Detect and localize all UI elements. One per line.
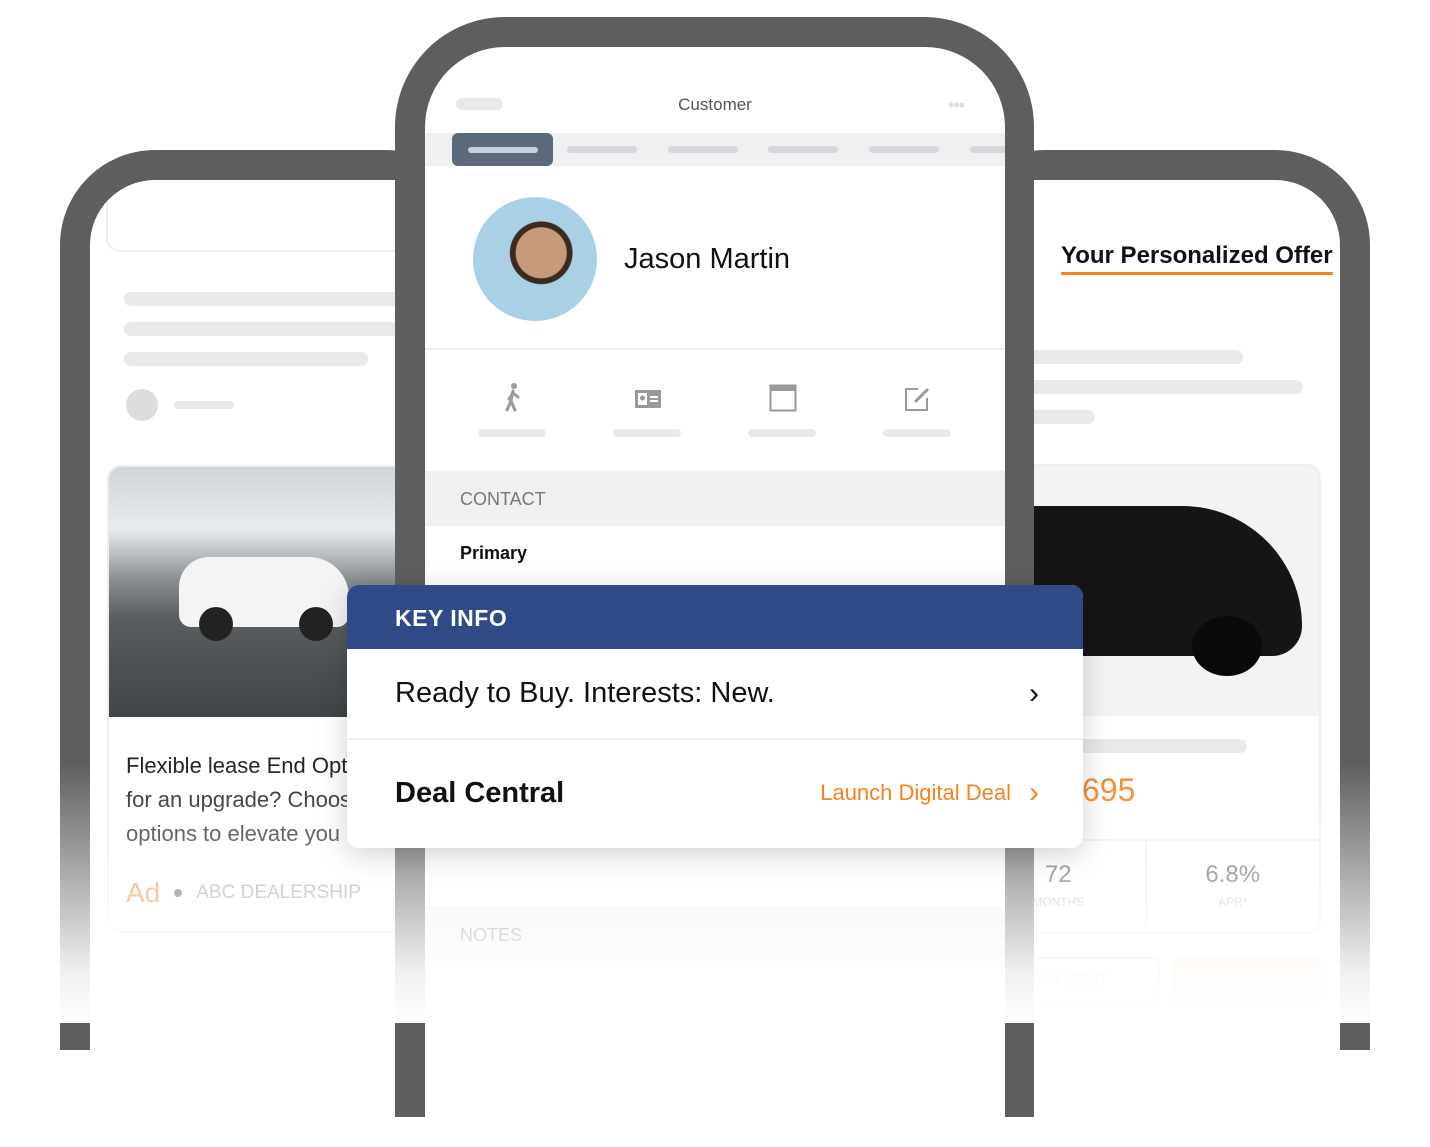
dealer-name: ABC DEALERSHIP bbox=[196, 882, 361, 903]
contact-section-header: CONTACT bbox=[425, 471, 1005, 526]
offer-title: Your Personalized Offer bbox=[1061, 242, 1333, 275]
contact-us-button[interactable]: CONTACT US bbox=[1172, 957, 1321, 1005]
apr-label: APR* bbox=[1218, 895, 1248, 909]
apr-value: 6.8% bbox=[1205, 861, 1261, 888]
tab[interactable] bbox=[970, 146, 1005, 153]
customer-name: Jason Martin bbox=[624, 243, 791, 275]
wheel bbox=[199, 607, 233, 641]
chevron-right-icon: › bbox=[1029, 676, 1039, 710]
wheel bbox=[299, 607, 333, 641]
launch-digital-deal-link[interactable]: Launch Digital Deal › bbox=[820, 776, 1039, 810]
action-walk[interactable] bbox=[477, 382, 548, 437]
id-card-icon bbox=[634, 390, 661, 408]
tab[interactable] bbox=[567, 146, 637, 153]
summary-row[interactable]: Ready to Buy. Interests: New. › bbox=[347, 649, 1083, 740]
tab-bar bbox=[425, 133, 1005, 166]
notes-section-header: NOTES bbox=[425, 907, 1005, 962]
ad-text-line: options to elevate you bbox=[126, 821, 341, 846]
ad-text: Flexible lease End Opt for an upgrade? C… bbox=[126, 749, 351, 851]
chevron-right-icon: › bbox=[1029, 776, 1039, 809]
key-info-header: KEY INFO bbox=[347, 585, 1083, 649]
wheel bbox=[1192, 616, 1262, 676]
action-id-card[interactable] bbox=[612, 382, 683, 437]
deal-central-title: Deal Central bbox=[395, 776, 565, 809]
action-row bbox=[425, 382, 1005, 437]
action-edit[interactable] bbox=[882, 382, 953, 437]
walking-person-icon bbox=[505, 383, 519, 412]
screen-title: Customer bbox=[678, 95, 752, 114]
browser-window-icon bbox=[769, 384, 796, 412]
action-browser[interactable] bbox=[747, 382, 818, 437]
summary-text: Ready to Buy. Interests: New. bbox=[395, 677, 775, 709]
tab-active[interactable] bbox=[452, 133, 553, 166]
avatar bbox=[473, 197, 597, 321]
deal-central-row: Deal Central Launch Digital Deal › bbox=[347, 740, 1083, 846]
skeleton-line bbox=[174, 401, 234, 409]
tab[interactable] bbox=[768, 146, 838, 153]
divider bbox=[425, 348, 1005, 350]
ad-text-line: for an upgrade? Choos bbox=[126, 787, 352, 812]
ad-meta: Ad ABC DEALERSHIP bbox=[126, 877, 361, 909]
contact-section-label: CONTACT bbox=[460, 489, 546, 509]
skeleton-line bbox=[1010, 380, 1303, 394]
launch-digital-deal-label: Launch Digital Deal bbox=[820, 780, 1011, 805]
primary-label: Primary bbox=[460, 543, 528, 563]
key-info-title: KEY INFO bbox=[395, 605, 508, 631]
edit-icon bbox=[904, 387, 929, 411]
key-info-card: KEY INFO Ready to Buy. Interests: New. ›… bbox=[347, 585, 1083, 848]
ad-text-line: Flexible lease End Opt bbox=[126, 753, 348, 778]
skeleton-line bbox=[1010, 350, 1243, 364]
center-phone: Customer ••• Jason Martin CONTACT Primar… bbox=[395, 17, 1034, 1147]
skeleton-line bbox=[124, 352, 368, 366]
notes-section-label: NOTES bbox=[460, 925, 523, 945]
more-dots-icon[interactable]: ••• bbox=[948, 95, 965, 116]
avatar-placeholder bbox=[126, 389, 158, 421]
ad-label: Ad bbox=[126, 877, 161, 908]
apr-cell: 6.8% APR* bbox=[1147, 841, 1320, 932]
tab[interactable] bbox=[668, 146, 738, 153]
monthly-price: 695 bbox=[1082, 772, 1136, 808]
tab[interactable] bbox=[869, 146, 939, 153]
dot-separator bbox=[174, 889, 183, 897]
